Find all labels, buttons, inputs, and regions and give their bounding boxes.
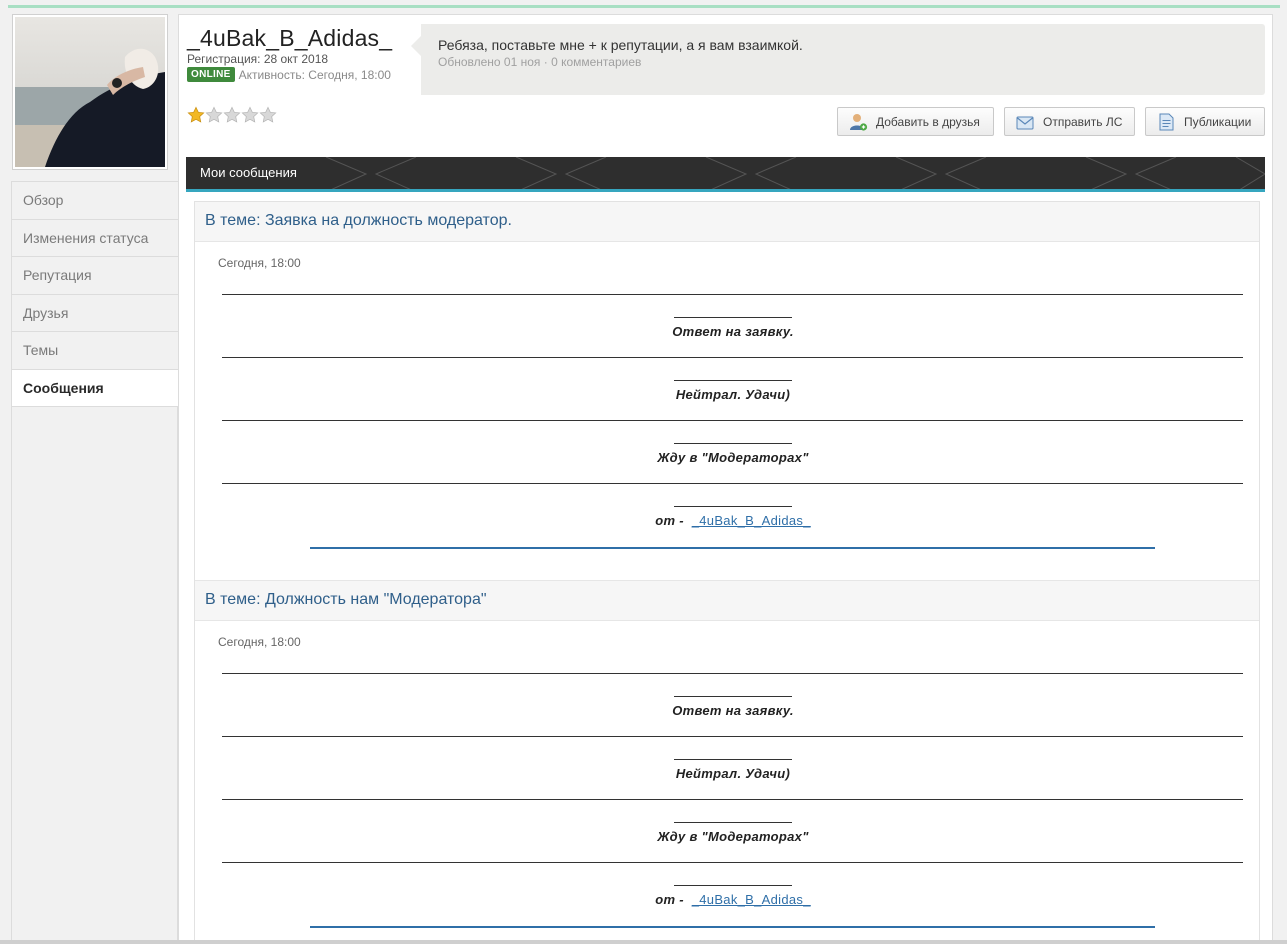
registration-date: Регистрация: 28 окт 2018 bbox=[187, 52, 329, 66]
post-date: Сегодня, 18:00 bbox=[218, 256, 301, 270]
signature-user-link[interactable]: _4uBak_B_Adidas_ bbox=[692, 513, 811, 528]
signature-prefix: от - bbox=[655, 892, 684, 907]
signature-prefix: от - bbox=[655, 513, 684, 528]
sidebar-item-friends[interactable]: Друзья bbox=[11, 294, 179, 332]
underline-divider bbox=[674, 506, 792, 507]
post-line-waiting: Жду в "Модераторах" bbox=[657, 829, 809, 844]
envelope-icon bbox=[1016, 116, 1034, 129]
underline-divider bbox=[674, 822, 792, 823]
sidebar-item-reputation[interactable]: Репутация bbox=[11, 257, 179, 295]
underline-divider bbox=[674, 885, 792, 886]
online-status-row: ONLINE Активность: Сегодня, 18:00 bbox=[187, 67, 391, 82]
post-signature: от - _4uBak_B_Adidas_ bbox=[195, 892, 1271, 907]
add-friend-icon bbox=[850, 113, 868, 131]
add-friend-label: Добавить в друзья bbox=[876, 114, 980, 129]
profile-avatar[interactable] bbox=[12, 14, 168, 170]
underline-divider bbox=[222, 294, 1243, 295]
signature-user-link[interactable]: _4uBak_B_Adidas_ bbox=[692, 892, 811, 907]
rating-stars[interactable] bbox=[187, 106, 277, 124]
online-badge: ONLINE bbox=[187, 67, 235, 82]
sidebar-item-messages[interactable]: Сообщения bbox=[11, 369, 179, 407]
top-accent-line bbox=[8, 5, 1280, 8]
signature-rule bbox=[310, 926, 1155, 928]
underline-divider bbox=[222, 420, 1243, 421]
section-bar-pattern bbox=[325, 157, 1265, 189]
star-filled-icon bbox=[187, 106, 205, 123]
underline-divider bbox=[222, 357, 1243, 358]
underline-divider bbox=[674, 317, 792, 318]
underline-divider bbox=[222, 483, 1243, 484]
sidebar-item-status-changes[interactable]: Изменения статуса bbox=[11, 219, 179, 257]
post-topic-link[interactable]: В теме: Должность нам "Модератора" bbox=[195, 581, 1259, 621]
status-meta[interactable]: Обновлено 01 ноя · 0 комментариев bbox=[438, 55, 641, 69]
status-text: Ребяза, поставьте мне + к репутации, а я… bbox=[438, 37, 803, 53]
profile-sidebar-nav: Обзор Изменения статуса Репутация Друзья… bbox=[11, 181, 179, 407]
send-pm-button[interactable]: Отправить ЛС bbox=[1004, 107, 1135, 136]
sidebar-item-overview[interactable]: Обзор bbox=[11, 182, 179, 220]
post-line-waiting: Жду в "Модераторах" bbox=[657, 450, 809, 465]
post-line-verdict: Нейтрал. Удачи) bbox=[675, 387, 791, 402]
post-line-reply: Ответ на заявку. bbox=[672, 324, 794, 339]
underline-divider bbox=[222, 799, 1243, 800]
post-body: Сегодня, 18:00 Ответ на заявку. Нейтрал.… bbox=[195, 621, 1259, 944]
avatar-photo bbox=[15, 17, 165, 167]
underline-divider bbox=[674, 380, 792, 381]
section-title: Мои сообщения bbox=[200, 165, 297, 180]
profile-username: _4uBak_B_Adidas_ bbox=[187, 25, 393, 51]
star-empty-icon bbox=[241, 106, 259, 123]
underline-divider bbox=[222, 736, 1243, 737]
underline-divider bbox=[674, 696, 792, 697]
underline-divider bbox=[222, 862, 1243, 863]
sidebar-item-topics[interactable]: Темы bbox=[11, 332, 179, 370]
underline-divider bbox=[222, 673, 1243, 674]
post-signature: от - _4uBak_B_Adidas_ bbox=[195, 513, 1271, 528]
post-line-verdict: Нейтрал. Удачи) bbox=[675, 766, 791, 781]
post-line-reply: Ответ на заявку. bbox=[672, 703, 794, 718]
publications-label: Публикации bbox=[1184, 114, 1252, 129]
window-bottom-edge bbox=[0, 940, 1287, 944]
status-update-box: Ребяза, поставьте мне + к репутации, а я… bbox=[411, 24, 1265, 95]
add-friend-button[interactable]: Добавить в друзья bbox=[837, 107, 994, 136]
signature-rule bbox=[310, 547, 1155, 549]
messages-list: В теме: Заявка на должность модератор. С… bbox=[194, 201, 1260, 944]
sidebar-background bbox=[11, 405, 178, 944]
last-activity: Активность: Сегодня, 18:00 bbox=[238, 67, 391, 82]
post-date: Сегодня, 18:00 bbox=[218, 635, 301, 649]
publications-button[interactable]: Публикации bbox=[1145, 107, 1265, 136]
post-body: Сегодня, 18:00 Ответ на заявку. Нейтрал.… bbox=[195, 242, 1259, 581]
star-empty-icon bbox=[205, 106, 223, 123]
star-empty-icon bbox=[259, 106, 277, 123]
section-header-bar: Мои сообщения bbox=[186, 157, 1265, 192]
underline-divider bbox=[674, 443, 792, 444]
underline-divider bbox=[674, 759, 792, 760]
star-empty-icon bbox=[223, 106, 241, 123]
document-icon bbox=[1159, 113, 1174, 130]
post-topic-link[interactable]: В теме: Заявка на должность модератор. bbox=[195, 202, 1259, 242]
send-pm-label: Отправить ЛС bbox=[1043, 114, 1123, 129]
